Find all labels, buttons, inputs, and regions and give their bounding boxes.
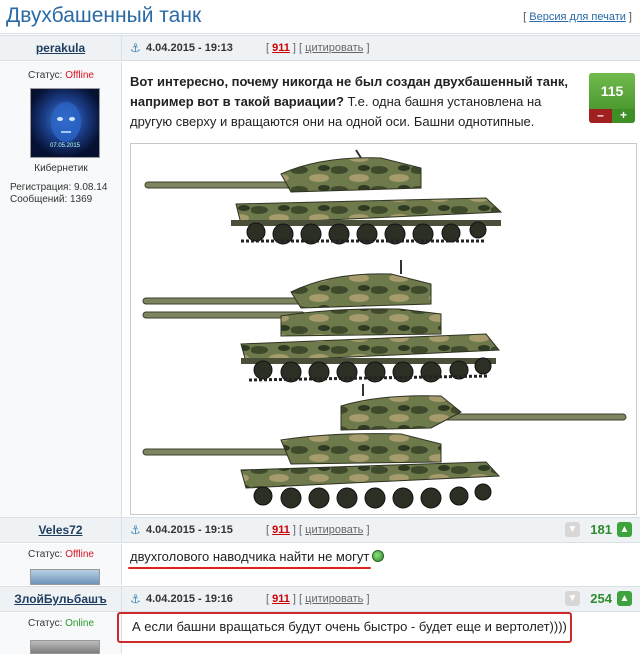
thumb-down-icon[interactable]: ▼ [565,591,580,606]
status-label: Статус: [28,549,63,560]
post-number-link[interactable]: 911 [272,42,290,54]
post-date: 4.04.2015 - 19:13 [146,42,233,54]
post-header: perakula ⚓ 4.04.2015 - 19:13 [ 911 ] [ ц… [0,35,640,61]
user-registration: Регистрация: 9.08.14 Сообщений: 1369 [10,182,107,206]
post-body: А если башни вращаться будут очень быстр… [132,619,567,634]
rating-value: 181 [590,522,612,537]
user-status: Статус: Online [0,618,122,629]
registration-date: Регистрация: 9.08.14 [10,182,108,193]
message-count: Сообщений: 1369 [10,194,93,205]
tank-single-turret [144,149,503,245]
rate-up-button[interactable]: + [612,109,635,123]
thumb-down-icon[interactable]: ▼ [565,522,580,537]
post-number-link[interactable]: 911 [272,524,290,536]
quote-link[interactable]: цитировать [305,593,363,605]
user-info-panel: Статус: Offline [0,544,122,585]
tank-image[interactable] [130,143,637,515]
print-bracket-close: ] [625,11,632,23]
post-meta: [ 911 ] [ цитировать ] [266,42,370,54]
post-text: А если башни вращаться будут очень быстр… [132,619,567,634]
post-rating: ▼ 181 ▲ [552,521,632,539]
tank-double-turret-stacked [142,260,501,383]
post-date: 4.04.2015 - 19:16 [146,593,233,605]
post-rating: ▼ 254 ▲ [552,590,632,608]
print-version: [ Версия для печати ] [523,11,632,23]
anchor-icon[interactable]: ⚓ [130,41,141,55]
post-text: двухголового наводчика найти не могут [130,549,370,564]
post-date: 4.04.2015 - 19:15 [146,524,233,536]
post-rating: 115 – + [589,73,635,123]
post-body: Вот интересно, почему никогда не был соз… [130,72,585,132]
thumb-up-icon[interactable]: ▲ [617,591,632,606]
status-label: Статус: [28,70,63,81]
anchor-icon[interactable]: ⚓ [130,523,141,537]
avatar-date: 07.05.2015 [49,143,81,149]
avatar[interactable] [30,569,100,585]
rate-down-button[interactable]: – [589,109,612,123]
tank-illustration [142,149,627,509]
user-rank: Кибернетик [34,163,88,174]
rating-value: 115 [589,73,635,109]
anchor-icon[interactable]: ⚓ [130,592,141,606]
post-number-link[interactable]: 911 [272,593,290,605]
status-value: Online [65,618,95,629]
post-header: Veles72 ⚓ 4.04.2015 - 19:15 [ 911 ] [ ци… [0,517,640,543]
tank-double-turret-reversed [142,384,627,509]
page-title: Двухбашенный танк [6,4,202,27]
quote-link[interactable]: цитировать [305,42,363,54]
user-info-panel: Статус: Online [0,613,122,654]
avatar[interactable]: 07.05.2015 [30,88,100,158]
post-author-link[interactable]: ЗлойБульбашъ [0,587,122,611]
post-meta: [ 911 ] [ цитировать ] [266,524,370,536]
globe-smiley-icon [372,550,385,562]
topic-header: Двухбашенный танк [ Версия для печати ] [0,0,640,34]
highlight-underline [128,567,371,569]
avatar[interactable] [30,640,100,654]
print-version-link[interactable]: Версия для печати [529,11,626,23]
user-status: Статус: Offline [0,70,122,81]
status-value: Offline [65,70,94,81]
post-meta: [ 911 ] [ цитировать ] [266,593,370,605]
user-info-panel: Статус: Offline 07.05.2015 Кибернетик Ре… [0,62,122,517]
rating-value: 254 [590,591,612,606]
post-author-link[interactable]: Veles72 [0,518,122,542]
status-value: Offline [65,549,94,560]
post-body: двухголового наводчика найти не могут [130,549,385,564]
quote-link[interactable]: цитировать [305,524,363,536]
user-status: Статус: Offline [0,549,122,560]
post-author-link[interactable]: perakula [0,36,122,60]
thumb-up-icon[interactable]: ▲ [617,522,632,537]
post-header: ЗлойБульбашъ ⚓ 4.04.2015 - 19:16 [ 911 ]… [0,586,640,612]
status-label: Статус: [27,618,63,629]
